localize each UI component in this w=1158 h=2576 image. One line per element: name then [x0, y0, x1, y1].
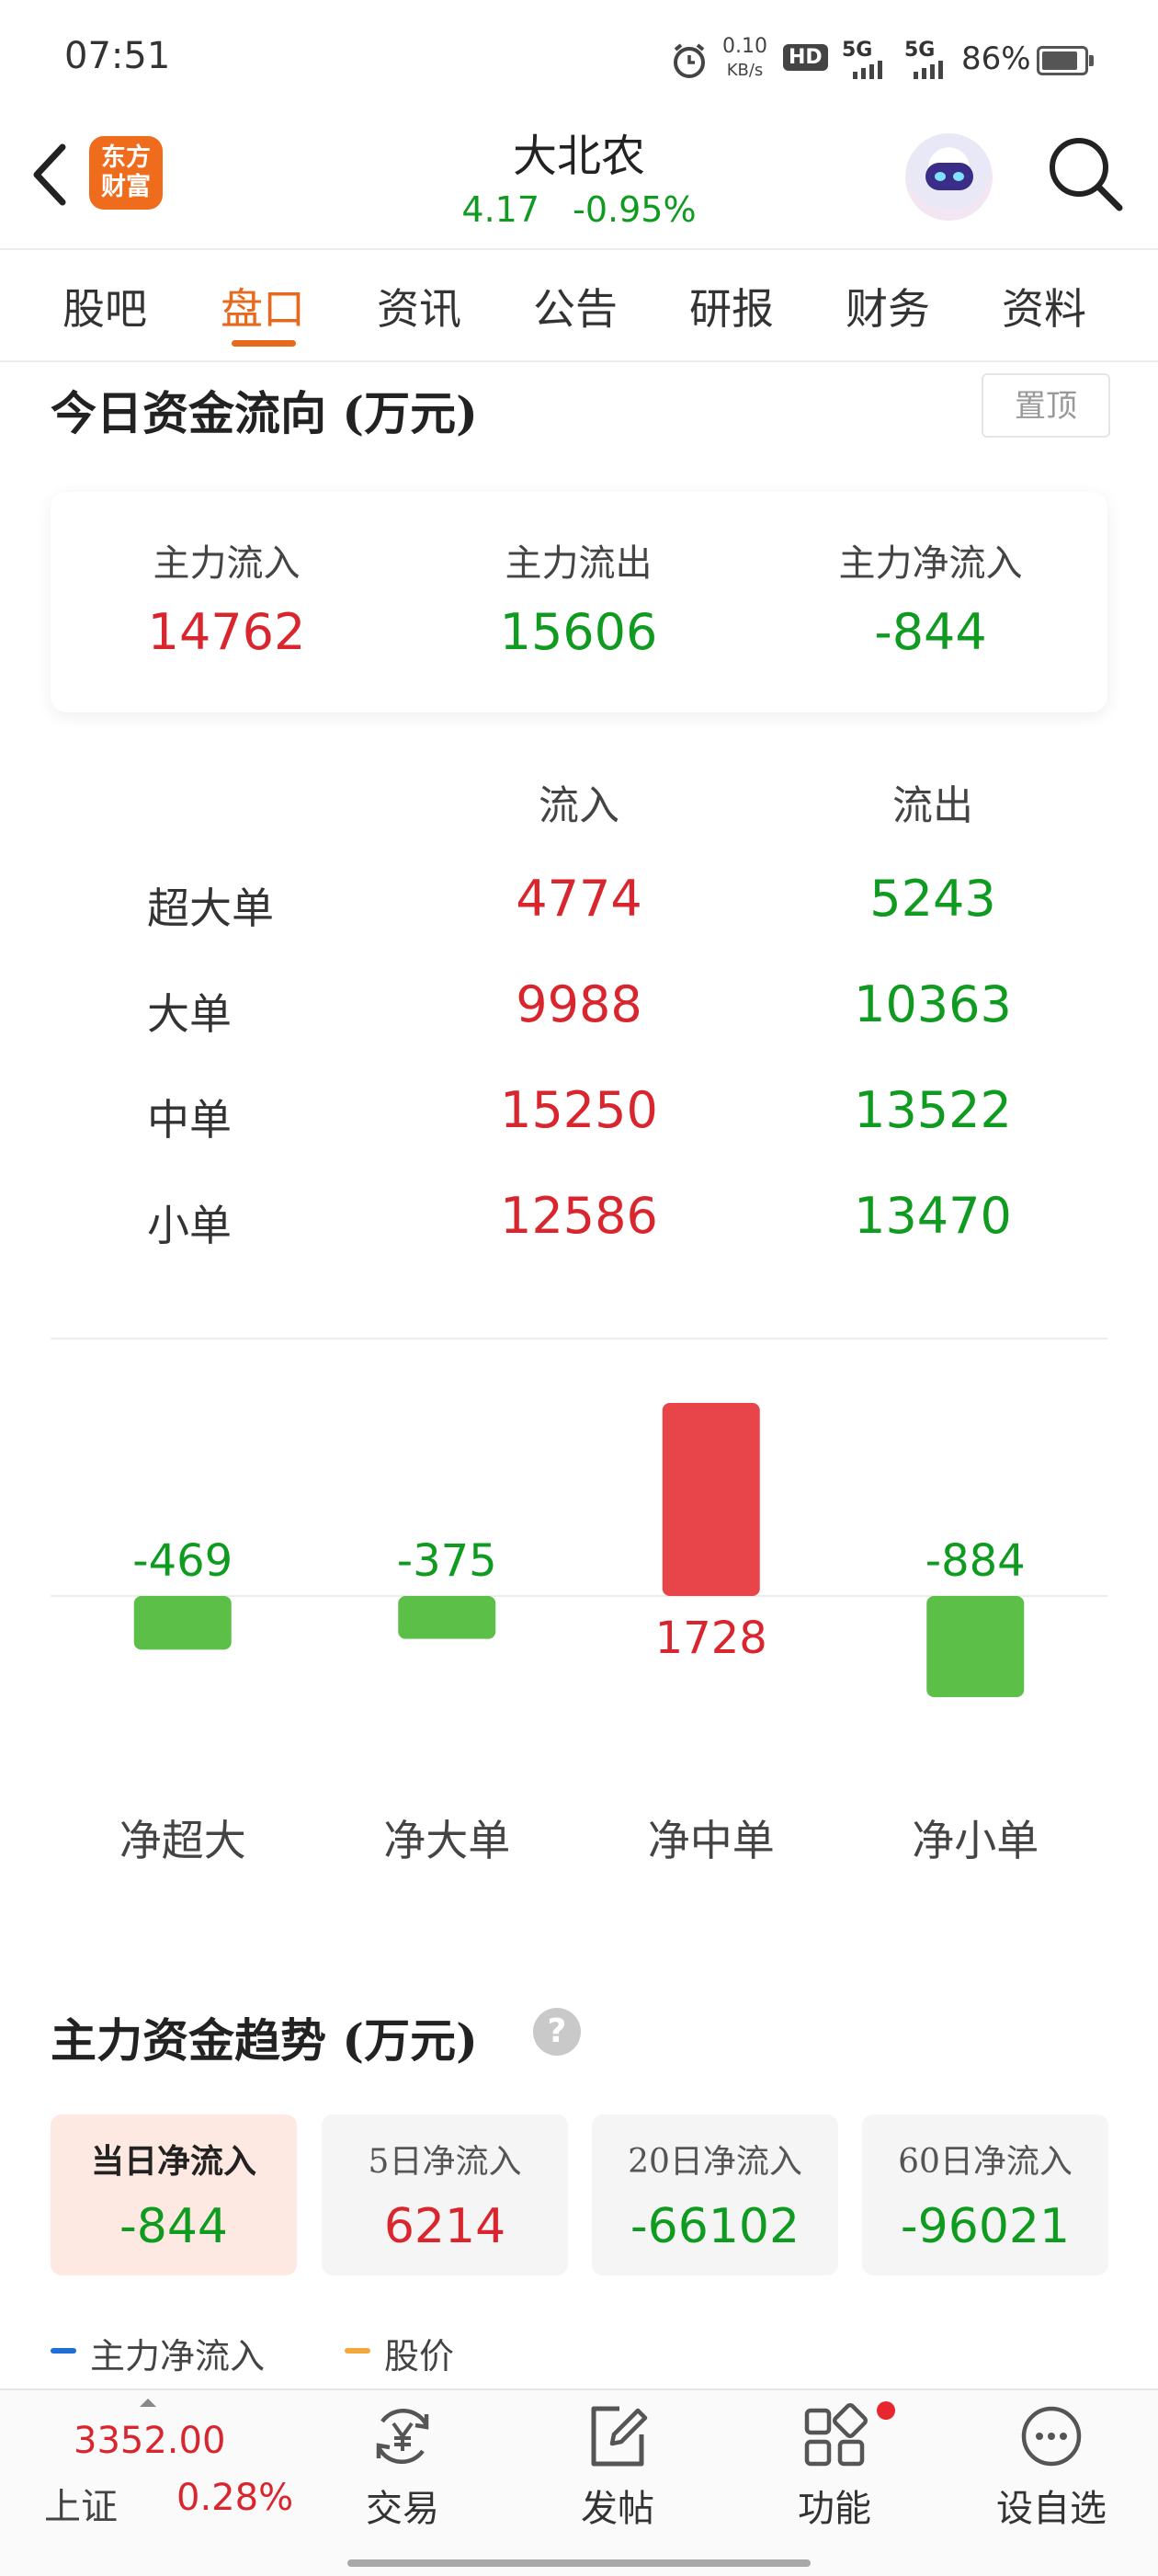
- grid-apps-icon: [804, 2403, 868, 2467]
- search-icon[interactable]: [1044, 132, 1127, 215]
- small-inflow: 12586: [500, 1187, 658, 1245]
- stock-price: 4.17: [461, 189, 540, 230]
- main-flow-summary-card: 主力流入 14762 主力流出 15606 主力净流入 -844: [51, 492, 1107, 712]
- large-inflow: 9988: [516, 975, 642, 1033]
- super-large-outflow: 5243: [869, 870, 996, 928]
- net-flow-bar-chart: -469 净超大 -375 净大单 1728 净中单 -884 净小单: [51, 1403, 1107, 1865]
- tab-announcements[interactable]: 公告: [533, 276, 618, 336]
- period-today[interactable]: 当日净流入 -844: [51, 2114, 297, 2275]
- net-bar-category-1: 净大单: [383, 1816, 510, 1865]
- net-bar-category-3: 净小单: [912, 1816, 1039, 1865]
- row-label-large: 大单: [147, 989, 232, 1039]
- row-label-small: 小单: [147, 1201, 232, 1250]
- super-large-inflow: 4774: [516, 870, 642, 928]
- alarm-icon: [674, 43, 705, 78]
- tab-pankou[interactable]: 盘口: [221, 276, 305, 336]
- signal-5g-2: 5G: [904, 39, 936, 62]
- help-icon[interactable]: ?: [533, 2008, 581, 2056]
- robot-assistant-avatar[interactable]: [905, 133, 993, 221]
- column-header-outflow: 流出: [892, 782, 973, 829]
- summary-main-net-inflow: 主力净流入 -844: [838, 542, 1023, 661]
- net-bar-value-1: -375: [397, 1535, 497, 1587]
- legend-swatch-main-net: [51, 2348, 76, 2354]
- battery-percent: 86%: [961, 40, 1031, 77]
- index-name[interactable]: 上证: [44, 2477, 118, 2530]
- net-bar-value-3: -884: [925, 1535, 1026, 1587]
- battery-icon: [1037, 46, 1094, 75]
- period-20d[interactable]: 20日净流入 -66102: [592, 2114, 838, 2275]
- chart-divider: [51, 1338, 1107, 1339]
- trend-title: 主力资金趋势 (万元): [51, 2013, 478, 2068]
- net-bar-category-2: 净中单: [648, 1816, 775, 1865]
- net-bar-3: [926, 1596, 1025, 1697]
- period-60d[interactable]: 60日净流入 -96021: [862, 2114, 1108, 2275]
- expand-up-icon[interactable]: [138, 2396, 158, 2409]
- more-dots-icon: [1021, 2406, 1082, 2467]
- net-bar-value-2: 1728: [655, 1613, 767, 1664]
- legend-main-net-inflow: 主力净流入: [90, 2336, 266, 2377]
- net-bar-0: [133, 1596, 232, 1650]
- signal-5g-1: 5G: [842, 39, 873, 62]
- net-bar-1: [398, 1596, 496, 1639]
- net-bar-value-0: -469: [132, 1535, 233, 1587]
- net-speed: 0.10 KB/s: [722, 35, 767, 80]
- nav-post[interactable]: 发帖: [535, 2401, 700, 2532]
- signal-bars-icon: [853, 61, 882, 79]
- row-label-medium: 中单: [147, 1095, 232, 1145]
- nav-add-watchlist[interactable]: 设自选: [969, 2401, 1134, 2532]
- summary-main-outflow: 主力流出 15606: [499, 542, 658, 661]
- net-bar-2: [662, 1403, 760, 1596]
- large-outflow: 10363: [854, 975, 1012, 1033]
- home-indicator[interactable]: [347, 2559, 811, 2567]
- net-bar-category-0: 净超大: [119, 1816, 246, 1865]
- small-outflow: 13470: [854, 1187, 1012, 1245]
- summary-main-inflow: 主力流入 14762: [147, 542, 306, 661]
- tab-news[interactable]: 资讯: [377, 276, 461, 336]
- active-tab-indicator: [232, 340, 296, 347]
- notification-dot: [877, 2401, 895, 2420]
- fund-flow-title: 今日资金流向 (万元): [51, 386, 478, 440]
- yen-exchange-icon: [376, 2409, 429, 2464]
- medium-inflow: 15250: [500, 1081, 658, 1139]
- nav-trade[interactable]: 交易: [320, 2401, 485, 2532]
- stock-change: -0.95%: [573, 189, 697, 230]
- tab-guba[interactable]: 股吧: [62, 276, 147, 336]
- signal-bars-icon-2: [914, 61, 943, 79]
- tab-profile[interactable]: 资料: [1002, 276, 1086, 336]
- column-header-inflow: 流入: [539, 782, 619, 829]
- index-change[interactable]: 0.28%: [176, 2477, 293, 2519]
- nav-functions[interactable]: 功能: [752, 2401, 917, 2532]
- medium-outflow: 13522: [854, 1081, 1012, 1139]
- tab-research[interactable]: 研报: [689, 276, 774, 336]
- row-label-super-large: 超大单: [147, 883, 274, 933]
- status-time: 07:51: [64, 35, 171, 77]
- period-5d[interactable]: 5日净流入 6214: [322, 2114, 568, 2275]
- index-price[interactable]: 3352.00: [74, 2420, 225, 2462]
- tab-finance[interactable]: 财务: [846, 276, 930, 336]
- edit-post-icon: [591, 2406, 648, 2467]
- hd-badge: HD: [783, 44, 828, 71]
- legend-swatch-price: [345, 2348, 370, 2354]
- legend-stock-price: 股价: [384, 2336, 455, 2377]
- pin-top-button[interactable]: 置顶: [982, 373, 1110, 438]
